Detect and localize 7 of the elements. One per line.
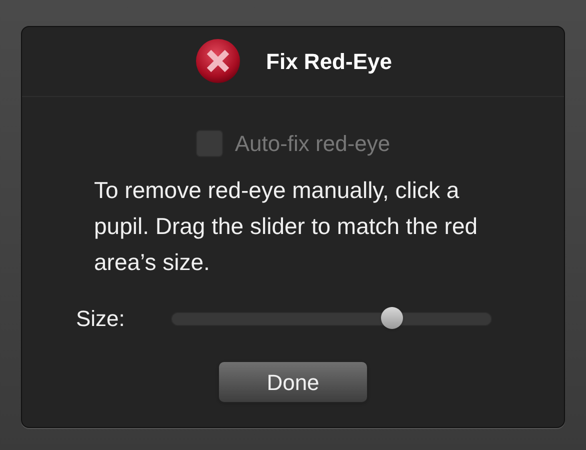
slider-thumb[interactable] bbox=[381, 306, 404, 328]
size-label: Size: bbox=[76, 305, 126, 333]
close-icon[interactable] bbox=[194, 38, 242, 86]
instructions-text: To remove red-eye manually, click a pupil. Drag the slider to match the red area’s size. bbox=[94, 176, 479, 277]
window-title: Fix Red-Eye bbox=[266, 48, 392, 76]
done-button[interactable]: Done bbox=[218, 361, 368, 403]
checkbox-label: Auto-fix red-eye bbox=[234, 130, 390, 158]
